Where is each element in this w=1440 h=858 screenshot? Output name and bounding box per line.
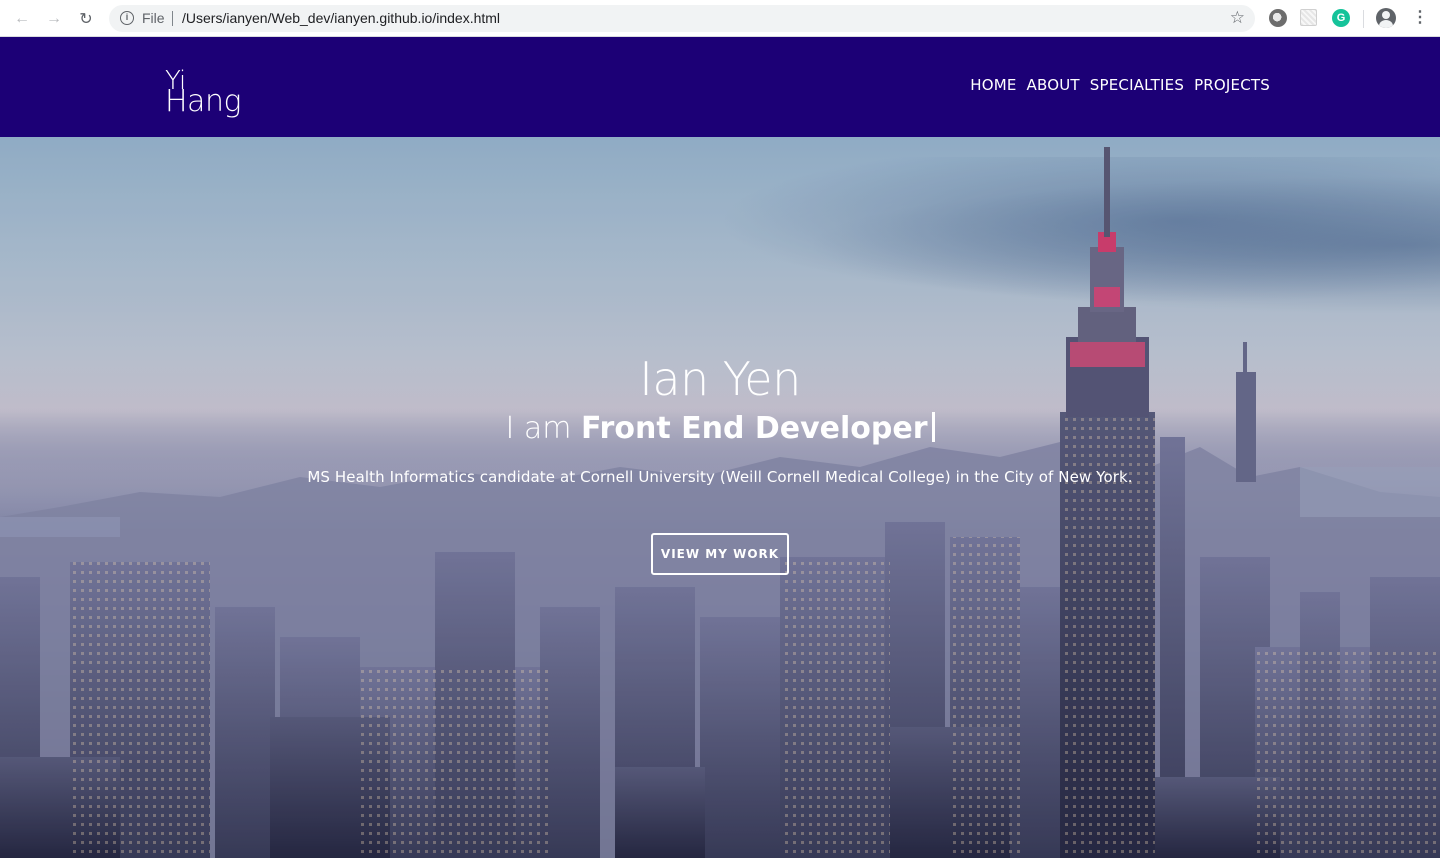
hero-overlay [0,137,1440,858]
nav-about[interactable]: ABOUT [1027,76,1080,94]
nav-specialties[interactable]: SPECIALTIES [1090,76,1184,94]
profile-avatar-icon[interactable] [1376,8,1396,28]
url-scheme: File [142,10,165,26]
forward-icon[interactable]: → [43,8,65,30]
nav-home[interactable]: HOME [970,76,1016,94]
logo-line-2: Hang [165,84,241,120]
toolbar-divider [1363,10,1364,28]
role-highlight: Front End Developer [580,411,928,446]
address-bar[interactable]: i File /Users/ianyen/Web_dev/ianyen.gith… [109,5,1255,32]
role-prefix: I am [505,411,572,446]
back-icon[interactable]: ← [11,8,33,30]
browser-toolbar: ← → ↻ i File /Users/ianyen/Web_dev/ianye… [0,0,1440,37]
hero-role: I am Front End Developer [0,411,1440,446]
hero-name: Ian Yen [639,352,801,406]
reload-icon[interactable]: ↻ [75,8,97,30]
grammarly-icon[interactable]: G [1332,9,1350,27]
main-nav: HOME ABOUT SPECIALTIES PROJECTS [970,76,1270,94]
typing-cursor [931,412,935,442]
extension-icon[interactable] [1269,9,1287,27]
kebab-menu-icon[interactable]: ⋮ [1412,7,1428,27]
hero-description: MS Health Informatics candidate at Corne… [307,468,1133,486]
info-icon[interactable]: i [120,11,134,25]
view-my-work-button[interactable]: VIEW MY WORK [651,533,789,575]
site-logo[interactable]: Yi Hang [165,68,241,120]
bookmark-star-icon[interactable]: ☆ [1230,8,1245,28]
site-header: Yi Hang HOME ABOUT SPECIALTIES PROJECTS [0,37,1440,137]
hero-section: Ian Yen I am Front End Developer MS Heal… [0,137,1440,858]
url-text[interactable]: /Users/ianyen/Web_dev/ianyen.github.io/i… [182,10,500,26]
nav-projects[interactable]: PROJECTS [1194,76,1270,94]
extension-grid-icon[interactable] [1300,9,1317,26]
url-separator [172,11,173,26]
